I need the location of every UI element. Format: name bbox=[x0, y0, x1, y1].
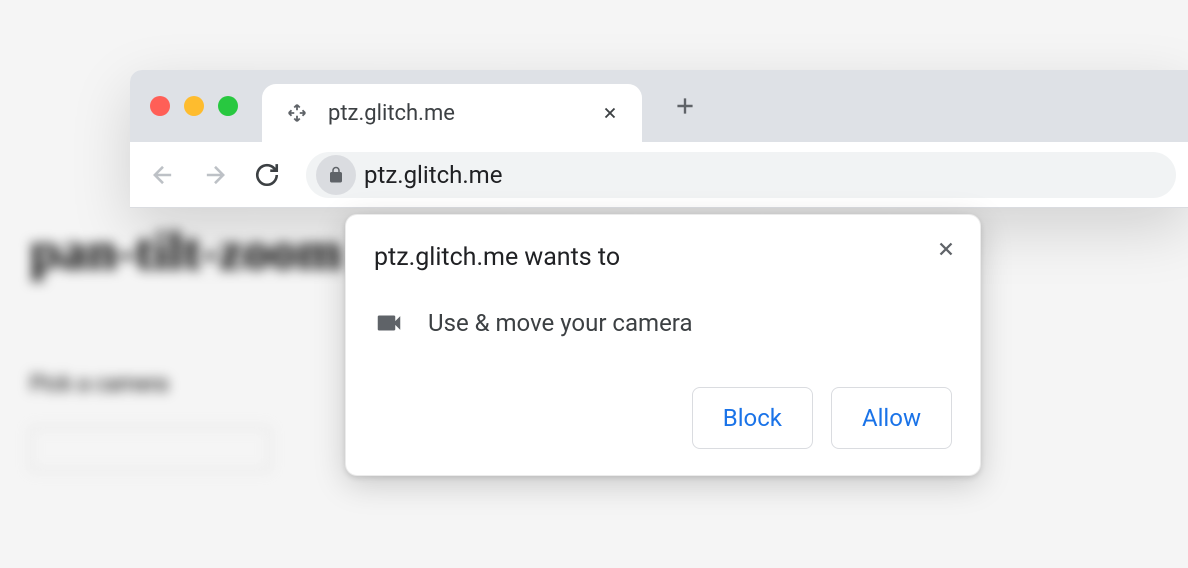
reload-button[interactable] bbox=[246, 154, 288, 196]
browser-window: ptz.glitch.me bbox=[130, 70, 1188, 208]
back-button[interactable] bbox=[142, 154, 184, 196]
lock-icon[interactable] bbox=[316, 155, 356, 195]
url-text: ptz.glitch.me bbox=[364, 161, 502, 189]
permission-text: Use & move your camera bbox=[428, 309, 693, 337]
new-tab-button[interactable] bbox=[664, 85, 706, 127]
move-icon bbox=[284, 100, 310, 126]
toolbar: ptz.glitch.me bbox=[130, 142, 1188, 208]
camera-icon bbox=[374, 308, 404, 338]
block-button[interactable]: Block bbox=[692, 387, 813, 449]
close-icon[interactable] bbox=[928, 231, 964, 267]
popup-actions: Block Allow bbox=[692, 387, 952, 449]
tab-title: ptz.glitch.me bbox=[328, 101, 582, 126]
popup-title: ptz.glitch.me wants to bbox=[374, 243, 952, 272]
address-bar[interactable]: ptz.glitch.me bbox=[306, 152, 1176, 198]
forward-button[interactable] bbox=[194, 154, 236, 196]
window-maximize-button[interactable] bbox=[218, 96, 238, 116]
window-close-button[interactable] bbox=[150, 96, 170, 116]
window-minimize-button[interactable] bbox=[184, 96, 204, 116]
tab-strip: ptz.glitch.me bbox=[130, 70, 1188, 142]
permission-prompt: ptz.glitch.me wants to Use & move your c… bbox=[345, 214, 981, 476]
tab-close-button[interactable] bbox=[600, 103, 620, 123]
browser-tab[interactable]: ptz.glitch.me bbox=[262, 84, 642, 142]
permission-row: Use & move your camera bbox=[374, 308, 952, 338]
page-picker-select bbox=[30, 427, 270, 471]
traffic-lights bbox=[150, 96, 238, 116]
allow-button[interactable]: Allow bbox=[831, 387, 952, 449]
